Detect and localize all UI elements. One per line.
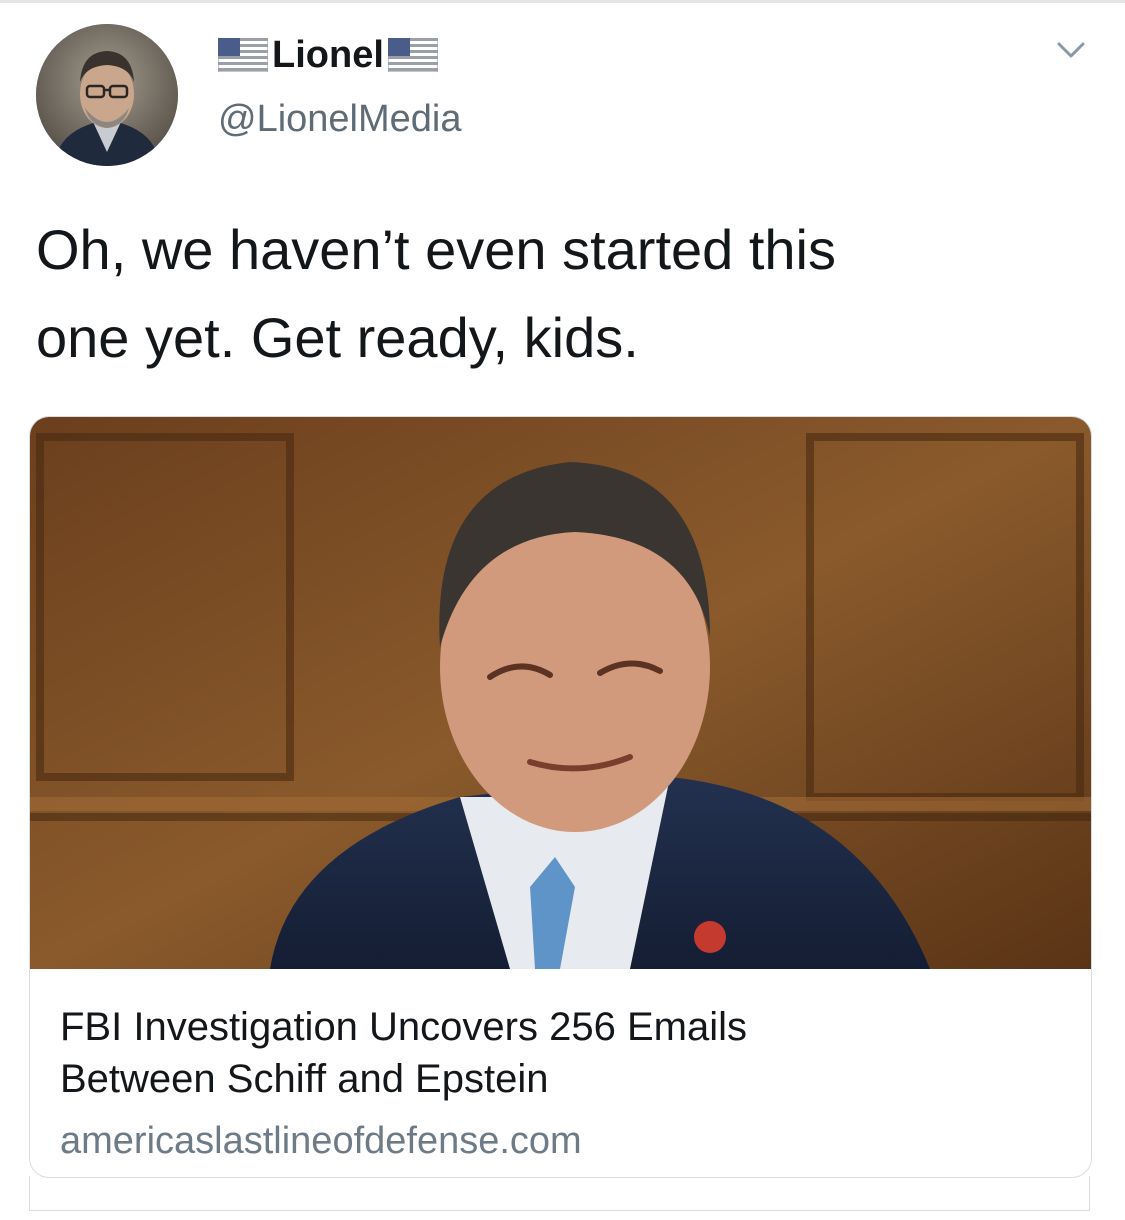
card-image: [30, 417, 1091, 969]
us-flag-icon: [387, 38, 438, 72]
display-name-text: Lionel: [272, 33, 384, 76]
user-handle[interactable]: @LionelMedia: [218, 98, 462, 141]
card-title: FBI Investigation Uncovers 256 Emails Be…: [60, 1001, 1060, 1105]
card-title-line-2: Between Schiff and Epstein: [60, 1057, 549, 1101]
tweet-text-line-2: one yet. Get ready, kids.: [36, 306, 639, 369]
display-name[interactable]: Lionel: [218, 32, 438, 78]
tweet-text: Oh, we haven’t even started this one yet…: [36, 206, 1086, 382]
us-flag-icon: [218, 38, 268, 72]
card-title-line-1: FBI Investigation Uncovers 256 Emails: [60, 1005, 747, 1049]
tweet-text-line-1: Oh, we haven’t even started this: [36, 218, 836, 281]
bottom-frame: [29, 1176, 1090, 1211]
card-text: FBI Investigation Uncovers 256 Emails Be…: [60, 1001, 1060, 1169]
link-card[interactable]: FBI Investigation Uncovers 256 Emails Be…: [29, 416, 1092, 1178]
card-domain: americaslastlineofdefense.com: [60, 1120, 582, 1162]
tweet: Lionel @LionelMedia Oh, we haven’t even …: [0, 0, 1125, 1220]
avatar[interactable]: [36, 24, 178, 166]
chevron-down-icon[interactable]: [1054, 38, 1088, 62]
avatar-photo: [36, 24, 178, 166]
